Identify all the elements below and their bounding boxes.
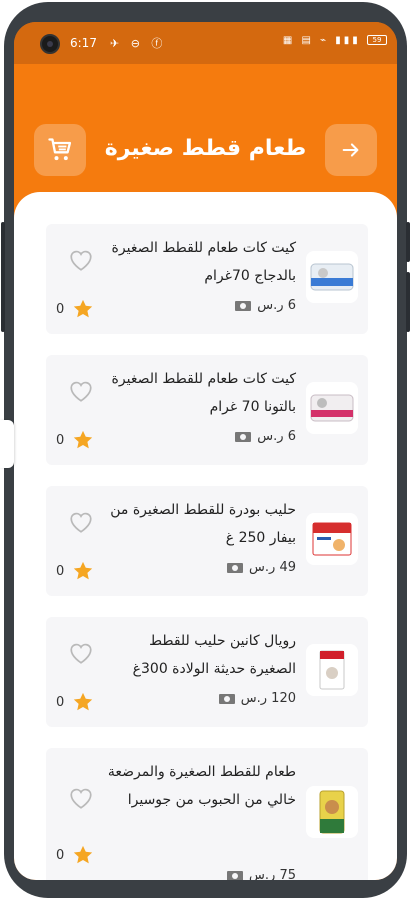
notification-icons: ✈ ⊖ ⓕ (110, 37, 167, 50)
can-image (310, 263, 354, 291)
star-icon (73, 692, 93, 711)
side-button (1, 222, 5, 332)
product-name: طعام للقطط الصغيرة والمرضعة خالي من الحب… (107, 764, 296, 808)
heart-icon[interactable] (68, 379, 94, 403)
cash-icon (218, 693, 235, 704)
product-name: حليب بودرة للقطط الصغيرة من بيفار 250 غ (110, 502, 296, 546)
product-card[interactable]: كيت كات طعام للقطط الصغيرة بالتونا 70 غر… (46, 355, 368, 465)
product-price-row: 49 ر.س (227, 560, 296, 575)
heart-icon[interactable] (68, 641, 94, 665)
product-price: 49 ر.س (249, 560, 296, 575)
signal-icons: ▦ ▤ ⌁ ▮▮▮ (282, 35, 361, 46)
product-name: رويال كانين حليب للقطط الصغيرة حديثة الو… (132, 633, 296, 677)
star-icon (73, 430, 93, 449)
side-button (406, 272, 410, 332)
arrow-right-icon (342, 143, 359, 157)
rating-count: 0 (56, 564, 65, 579)
cash-icon (235, 300, 252, 311)
cash-icon (235, 431, 252, 442)
star-icon (73, 561, 93, 580)
product-image (306, 251, 358, 303)
heart-icon[interactable] (68, 786, 94, 810)
josera-bag-image (319, 790, 345, 834)
heart-icon[interactable] (68, 510, 94, 534)
rating-count: 0 (56, 433, 65, 448)
back-button[interactable] (325, 124, 377, 176)
product-price-row: 120 ر.س (218, 691, 296, 706)
product-card[interactable]: كيت كات طعام للقطط الصغيرة بالدجاج 70غرا… (46, 224, 368, 334)
status-bar: 6:17 ✈ ⊖ ⓕ ▦ ▤ ⌁ ▮▮▮ 59 (14, 22, 397, 64)
rating-count: 0 (56, 848, 65, 863)
edge-panel-handle[interactable] (0, 420, 14, 468)
product-price-row: 6 ر.س (235, 429, 296, 444)
product-price: 6 ر.س (257, 429, 296, 444)
product-price: 75 ر.س (249, 868, 296, 880)
status-time: 6:17 (70, 36, 97, 50)
can-image (310, 394, 354, 422)
product-list[interactable]: كيت كات طعام للقطط الصغيرة بالدجاج 70غرا… (14, 192, 397, 880)
product-name: كيت كات طعام للقطط الصغيرة بالدجاج 70غرا… (111, 240, 296, 284)
app-screen: 6:17 ✈ ⊖ ⓕ ▦ ▤ ⌁ ▮▮▮ 59 طعام قطط صغيرة ك… (14, 22, 397, 880)
royal-canin-box-image (319, 650, 345, 690)
product-card[interactable]: حليب بودرة للقطط الصغيرة من بيفار 250 غ … (46, 486, 368, 596)
product-price-row: 75 ر.س (227, 868, 296, 880)
product-image (306, 382, 358, 434)
heart-icon[interactable] (68, 248, 94, 272)
product-price: 6 ر.س (257, 298, 296, 313)
product-image (306, 786, 358, 838)
star-icon (73, 299, 93, 318)
rating-count: 0 (56, 302, 65, 317)
camera-cutout (40, 34, 60, 54)
header: طعام قطط صغيرة (14, 64, 397, 194)
milk-box-image (312, 522, 352, 556)
system-icons: ▦ ▤ ⌁ ▮▮▮ 59 (283, 35, 387, 46)
side-button (406, 222, 410, 262)
product-image (306, 644, 358, 696)
star-icon (73, 845, 93, 864)
product-image (306, 513, 358, 565)
battery-icon: 59 (367, 35, 387, 45)
product-card[interactable]: طعام للقطط الصغيرة والمرضعة خالي من الحب… (46, 748, 368, 880)
rating-count: 0 (56, 695, 65, 710)
product-name: كيت كات طعام للقطط الصغيرة بالتونا 70 غر… (111, 371, 296, 415)
cash-icon (227, 870, 244, 880)
product-card[interactable]: رويال كانين حليب للقطط الصغيرة حديثة الو… (46, 617, 368, 727)
cash-icon (227, 562, 244, 573)
product-price: 120 ر.س (240, 691, 296, 706)
product-price-row: 6 ر.س (235, 298, 296, 313)
